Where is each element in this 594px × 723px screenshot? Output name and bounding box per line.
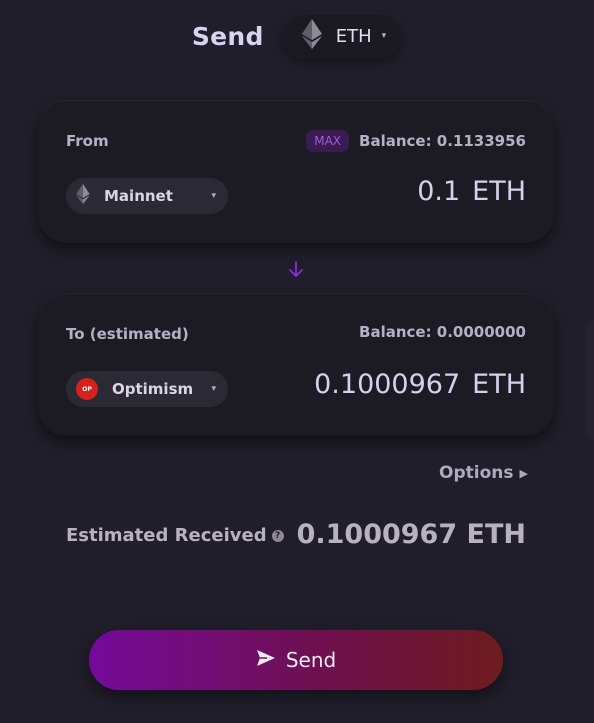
token-selector[interactable]: ETH ▾ [281,13,403,59]
to-network-name: Optimism [112,380,194,398]
chevron-down-icon: ▾ [381,31,387,41]
chevron-down-icon: ▾ [211,384,216,394]
from-balance: Balance: 0.1133956 [359,132,526,150]
to-balance-row: Balance: 0.0000000 [359,323,526,341]
send-icon [256,649,276,671]
caret-right-icon: ▶ [519,466,528,480]
ethereum-icon [301,19,322,53]
estimated-received-value: 0.1000967 ETH [296,519,526,550]
estimated-received-label: Estimated Received [66,525,267,546]
chevron-down-icon: ▾ [211,191,216,201]
estimated-received-label-row: Estimated Received ? [66,525,284,546]
optimism-icon: OP [76,378,98,400]
from-balance-row: MAX Balance: 0.1133956 [306,130,526,152]
page-title: Send [191,21,264,51]
from-amount-input[interactable]: 0.1 [417,176,460,207]
scroll-edge [586,320,594,440]
max-button[interactable]: MAX [306,130,350,152]
options-toggle[interactable]: Options ▶ [439,463,528,483]
from-card: From MAX Balance: 0.1133956 Mainnet ▾ 0.… [38,100,554,244]
to-amount-row: 0.1000967 ETH [314,369,526,400]
from-amount-row: 0.1 ETH [417,176,526,207]
to-balance: Balance: 0.0000000 [359,323,526,341]
send-button-label: Send [285,648,337,672]
from-network-name: Mainnet [104,187,173,205]
send-button[interactable]: Send [89,630,503,690]
from-amount-unit: ETH [472,176,526,207]
from-label: From [66,132,109,150]
to-amount-unit: ETH [472,369,526,400]
to-amount: 0.1000967 [314,369,461,400]
arrow-down-icon [286,258,306,282]
from-network-selector[interactable]: Mainnet ▾ [66,178,228,214]
header: Send ETH ▾ [0,12,594,60]
token-symbol: ETH [335,25,372,47]
to-label: To (estimated) [66,325,189,343]
help-icon[interactable]: ? [271,529,284,542]
ethereum-icon [76,184,90,208]
options-label: Options [439,463,514,483]
to-network-selector[interactable]: OP Optimism ▾ [66,371,228,407]
to-card: To (estimated) Balance: 0.0000000 OP Opt… [38,293,554,437]
